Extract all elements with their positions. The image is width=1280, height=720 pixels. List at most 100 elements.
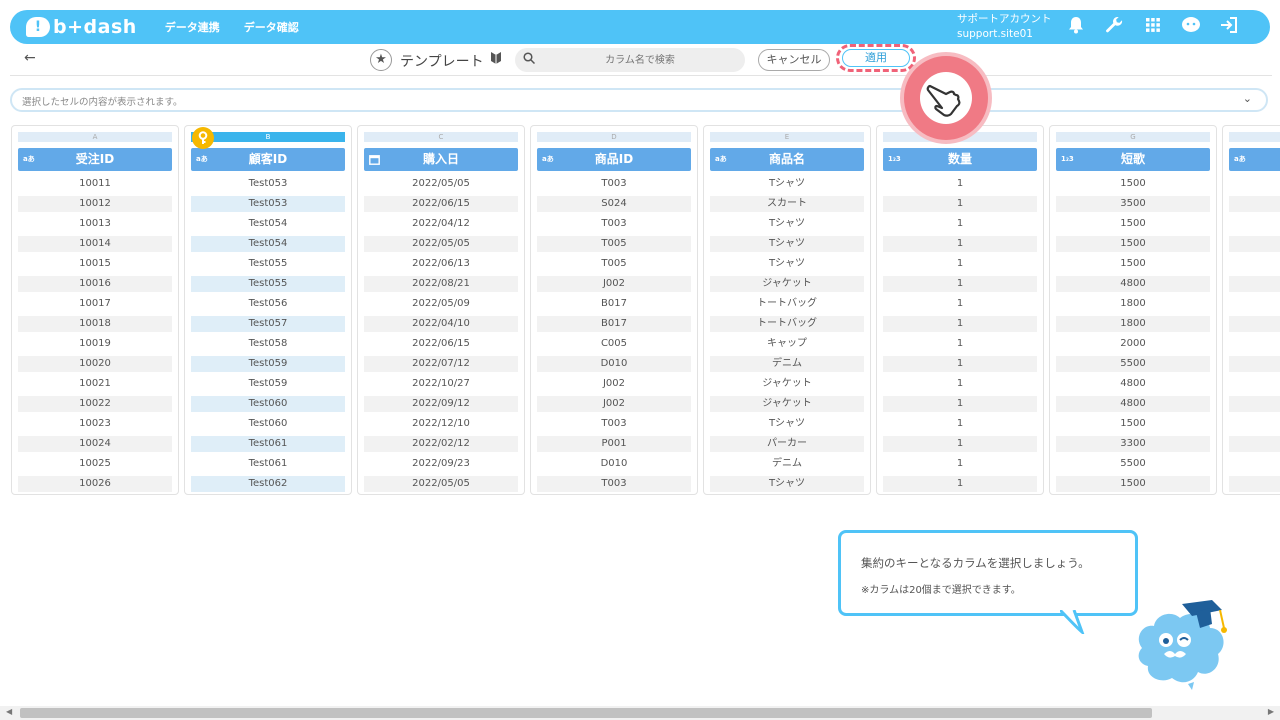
table-cell[interactable]: Test060 bbox=[191, 416, 345, 432]
table-cell[interactable]: 1 bbox=[883, 436, 1037, 452]
table-cell[interactable]: 2000 bbox=[1056, 336, 1210, 352]
table-cell[interactable] bbox=[1229, 356, 1280, 372]
grid-menu-icon[interactable] bbox=[1142, 16, 1164, 38]
table-cell[interactable]: 2022/07/12 bbox=[364, 356, 518, 372]
table-cell[interactable]: Test057 bbox=[191, 316, 345, 332]
table-cell[interactable]: Test061 bbox=[191, 456, 345, 472]
table-cell[interactable]: 4800 bbox=[1056, 396, 1210, 412]
table-cell[interactable]: 1 bbox=[883, 336, 1037, 352]
table-cell[interactable] bbox=[1229, 196, 1280, 212]
column-header[interactable]: aあ 受注ID bbox=[18, 148, 172, 171]
column-e[interactable]: Eaあ 商品名 Tシャツ スカート Tシャツ Tシャツ Tシャツ ジャケット トートバッグ トート… bbox=[703, 125, 871, 495]
table-cell[interactable]: 10013 bbox=[18, 216, 172, 232]
table-cell[interactable] bbox=[1229, 456, 1280, 472]
cell-content-bar[interactable]: 選択したセルの内容が表示されます。 ⌄ bbox=[10, 88, 1268, 112]
table-cell[interactable]: 2022/05/09 bbox=[364, 296, 518, 312]
column-header[interactable]: aあ bbox=[1229, 148, 1280, 171]
table-cell[interactable]: Test054 bbox=[191, 216, 345, 232]
table-cell[interactable]: 10015 bbox=[18, 256, 172, 272]
table-cell[interactable]: Tシャツ bbox=[710, 476, 864, 492]
table-cell[interactable]: 10016 bbox=[18, 276, 172, 292]
table-cell[interactable]: 10012 bbox=[18, 196, 172, 212]
table-cell[interactable]: ジャケット bbox=[710, 396, 864, 412]
table-cell[interactable] bbox=[1229, 316, 1280, 332]
table-cell[interactable]: C005 bbox=[537, 336, 691, 352]
table-cell[interactable]: 1500 bbox=[1056, 236, 1210, 252]
scroll-left-icon[interactable]: ◀ bbox=[6, 707, 12, 716]
table-cell[interactable]: 1 bbox=[883, 476, 1037, 492]
table-cell[interactable]: トートバッグ bbox=[710, 316, 864, 332]
table-cell[interactable]: 1500 bbox=[1056, 416, 1210, 432]
back-arrow-icon[interactable]: ← bbox=[24, 50, 36, 66]
table-cell[interactable]: 1500 bbox=[1056, 216, 1210, 232]
scrollbar-thumb[interactable] bbox=[20, 708, 1152, 718]
table-cell[interactable]: Test059 bbox=[191, 356, 345, 372]
table-cell[interactable]: 2022/05/05 bbox=[364, 236, 518, 252]
table-cell[interactable] bbox=[1229, 396, 1280, 412]
table-cell[interactable]: T003 bbox=[537, 176, 691, 192]
table-cell[interactable]: 1 bbox=[883, 416, 1037, 432]
table-cell[interactable]: 2022/04/12 bbox=[364, 216, 518, 232]
table-cell[interactable]: J002 bbox=[537, 376, 691, 392]
table-cell[interactable] bbox=[1229, 436, 1280, 452]
table-cell[interactable]: S024 bbox=[537, 196, 691, 212]
table-cell[interactable]: トートバッグ bbox=[710, 296, 864, 312]
column-header[interactable]: aあ 商品名 bbox=[710, 148, 864, 171]
table-cell[interactable]: 10017 bbox=[18, 296, 172, 312]
table-cell[interactable]: T003 bbox=[537, 216, 691, 232]
table-cell[interactable]: T005 bbox=[537, 236, 691, 252]
column-header[interactable]: aあ 商品ID bbox=[537, 148, 691, 171]
table-cell[interactable]: 1 bbox=[883, 296, 1037, 312]
logo[interactable]: ! b+dash bbox=[26, 16, 137, 38]
table-cell[interactable]: 1 bbox=[883, 356, 1037, 372]
table-cell[interactable]: 1500 bbox=[1056, 176, 1210, 192]
table-cell[interactable] bbox=[1229, 276, 1280, 292]
table-cell[interactable]: 2022/02/12 bbox=[364, 436, 518, 452]
table-cell[interactable]: 1 bbox=[883, 376, 1037, 392]
table-cell[interactable]: 10021 bbox=[18, 376, 172, 392]
table-cell[interactable]: 1 bbox=[883, 236, 1037, 252]
table-cell[interactable]: 1800 bbox=[1056, 296, 1210, 312]
horizontal-scrollbar[interactable]: ◀ ▶ bbox=[0, 706, 1280, 720]
table-cell[interactable] bbox=[1229, 176, 1280, 192]
table-cell[interactable]: B017 bbox=[537, 316, 691, 332]
column-header[interactable]: 1₂3 数量 bbox=[883, 148, 1037, 171]
table-cell[interactable]: Tシャツ bbox=[710, 216, 864, 232]
table-cell[interactable]: 1 bbox=[883, 176, 1037, 192]
apply-button[interactable]: 適用 bbox=[842, 49, 910, 67]
table-cell[interactable]: 1800 bbox=[1056, 316, 1210, 332]
table-cell[interactable]: 2022/04/10 bbox=[364, 316, 518, 332]
table-cell[interactable]: 2022/09/12 bbox=[364, 396, 518, 412]
nav-link-data-integration[interactable]: データ連携 bbox=[165, 19, 220, 35]
table-cell[interactable]: 2022/05/05 bbox=[364, 176, 518, 192]
table-cell[interactable]: Test060 bbox=[191, 396, 345, 412]
table-cell[interactable]: Tシャツ bbox=[710, 256, 864, 272]
table-cell[interactable]: 4800 bbox=[1056, 276, 1210, 292]
table-cell[interactable]: 1 bbox=[883, 196, 1037, 212]
table-cell[interactable]: Test062 bbox=[191, 476, 345, 492]
table-cell[interactable]: 2022/06/15 bbox=[364, 336, 518, 352]
table-cell[interactable] bbox=[1229, 476, 1280, 492]
table-cell[interactable]: 10020 bbox=[18, 356, 172, 372]
beginner-mark-icon[interactable] bbox=[490, 51, 502, 69]
table-cell[interactable]: 3500 bbox=[1056, 196, 1210, 212]
table-cell[interactable]: 5500 bbox=[1056, 456, 1210, 472]
table-cell[interactable]: 10019 bbox=[18, 336, 172, 352]
chevron-down-icon[interactable]: ⌄ bbox=[1243, 92, 1252, 105]
table-cell[interactable]: 2022/09/23 bbox=[364, 456, 518, 472]
table-cell[interactable]: 2022/06/13 bbox=[364, 256, 518, 272]
table-cell[interactable]: 3300 bbox=[1056, 436, 1210, 452]
table-cell[interactable]: 1 bbox=[883, 396, 1037, 412]
table-cell[interactable]: デニム bbox=[710, 456, 864, 472]
table-cell[interactable]: Test059 bbox=[191, 376, 345, 392]
table-cell[interactable]: 1 bbox=[883, 256, 1037, 272]
table-cell[interactable]: パーカー bbox=[710, 436, 864, 452]
table-cell[interactable]: T003 bbox=[537, 476, 691, 492]
support-chat-icon[interactable] bbox=[1180, 16, 1202, 38]
table-cell[interactable]: D010 bbox=[537, 456, 691, 472]
table-cell[interactable]: Tシャツ bbox=[710, 176, 864, 192]
table-cell[interactable]: P001 bbox=[537, 436, 691, 452]
table-cell[interactable]: 1500 bbox=[1056, 256, 1210, 272]
table-cell[interactable] bbox=[1229, 236, 1280, 252]
table-cell[interactable]: 1 bbox=[883, 276, 1037, 292]
